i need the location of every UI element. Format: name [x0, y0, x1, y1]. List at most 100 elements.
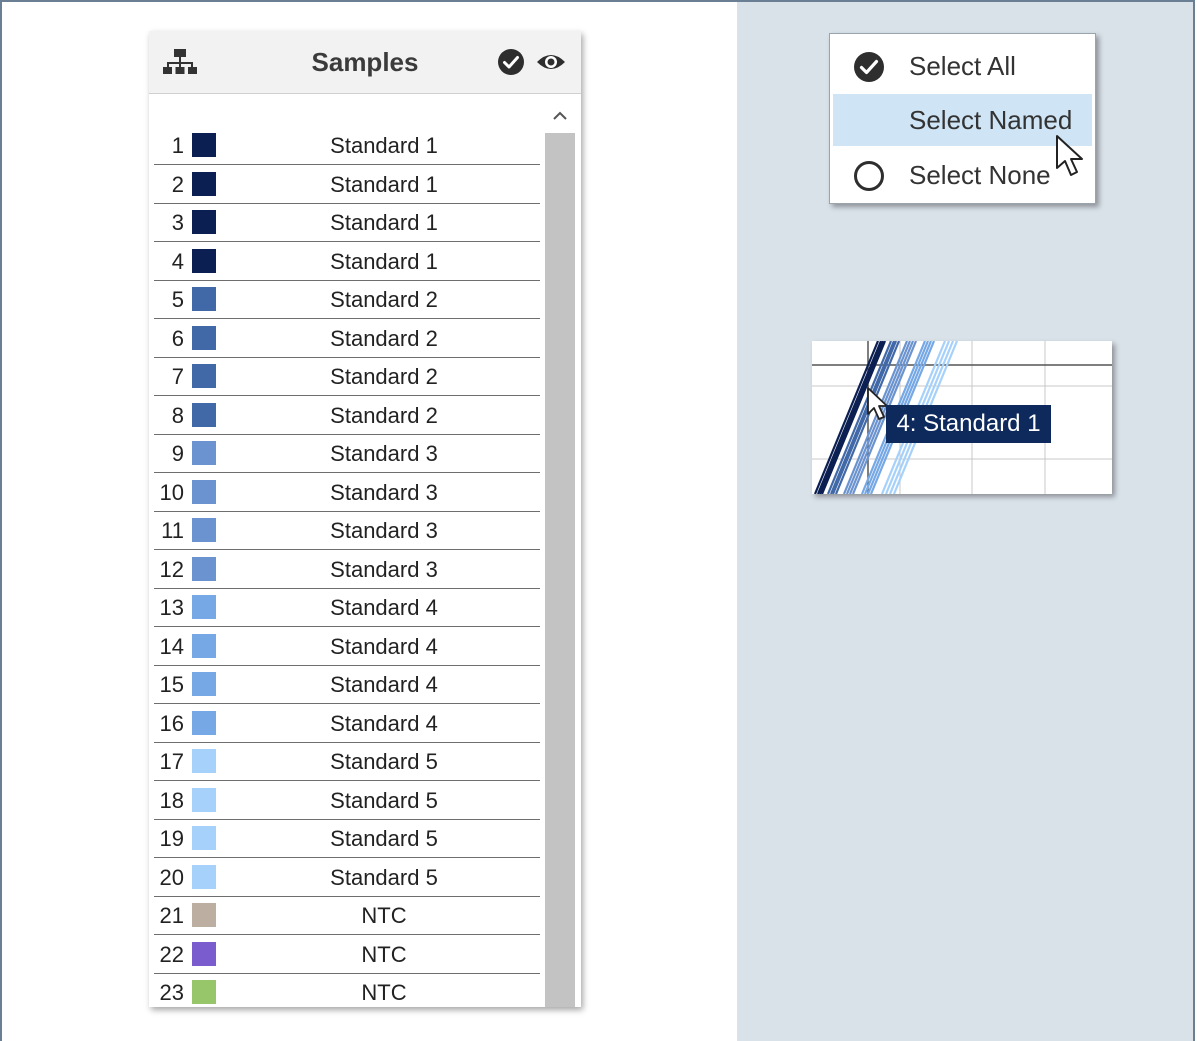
sample-row[interactable]: 3 Standard 1: [154, 204, 540, 242]
sample-color-swatch[interactable]: [192, 633, 216, 658]
sample-name: Standard 4: [330, 595, 438, 620]
sample-number: 6: [171, 325, 184, 351]
sample-name: Standard 4: [330, 672, 438, 697]
sample-number: 10: [159, 479, 184, 505]
samples-panel: Samples 1 Standard 1 2 Standard 1 3 Standard …: [149, 31, 581, 1007]
sample-number: 7: [171, 364, 184, 389]
eye-icon[interactable]: [535, 50, 567, 74]
sample-color-swatch[interactable]: [192, 903, 216, 927]
sample-color-swatch[interactable]: [192, 826, 216, 850]
sample-name: Standard 1: [330, 171, 438, 197]
sample-color-swatch[interactable]: [192, 710, 216, 735]
sample-number: 2: [171, 171, 184, 197]
sample-number: 21: [159, 903, 184, 928]
sample-color-swatch[interactable]: [192, 479, 216, 504]
sample-color-swatch[interactable]: [192, 980, 216, 1004]
sample-name: Standard 3: [330, 518, 438, 543]
sample-row[interactable]: 17 Standard 5: [154, 743, 540, 781]
sample-color-swatch[interactable]: [192, 749, 216, 773]
sample-row[interactable]: 23 NTC: [154, 974, 540, 1007]
sample-name: NTC: [361, 980, 407, 1005]
menu-item-select-all[interactable]: Select All: [833, 40, 1092, 92]
sample-color-swatch[interactable]: [192, 248, 216, 273]
sample-row[interactable]: 12 Standard 3: [154, 551, 540, 589]
sample-number: 4: [171, 248, 184, 274]
sample-name: Standard 5: [330, 826, 438, 851]
sample-number: 14: [159, 633, 184, 659]
sample-color-swatch[interactable]: [192, 441, 216, 465]
sample-row[interactable]: 11 Standard 3: [154, 512, 540, 550]
sample-row[interactable]: 2 Standard 1: [154, 166, 540, 204]
vertical-scrollbar[interactable]: [544, 95, 576, 1007]
sample-number: 19: [159, 826, 184, 851]
sample-name: Standard 1: [330, 133, 438, 158]
sample-name: NTC: [361, 941, 407, 967]
sample-name: Standard 5: [330, 749, 438, 774]
sample-color-swatch[interactable]: [192, 556, 216, 581]
sample-name: Standard 1: [330, 248, 438, 274]
sample-color-swatch[interactable]: [192, 171, 216, 196]
sample-row[interactable]: 7 Standard 2: [154, 358, 540, 396]
sample-number: 5: [171, 287, 184, 312]
sample-number: 15: [159, 672, 184, 697]
sample-color-swatch[interactable]: [192, 402, 216, 427]
sample-row[interactable]: 8 Standard 2: [154, 397, 540, 435]
sample-number: 9: [171, 441, 184, 466]
selection-context-menu: Select All Select Named Select None: [829, 33, 1096, 204]
sample-number: 1: [171, 133, 184, 158]
check-circle-icon[interactable]: [497, 48, 525, 76]
sample-row[interactable]: 10 Standard 3: [154, 474, 540, 512]
sample-color-swatch[interactable]: [192, 941, 216, 966]
chart-tooltip: 4: Standard 1: [886, 405, 1051, 443]
sample-number: 8: [171, 402, 184, 428]
sample-row[interactable]: 21 NTC: [154, 897, 540, 935]
sample-color-swatch[interactable]: [192, 595, 216, 619]
sample-color-swatch[interactable]: [192, 518, 216, 542]
sample-row[interactable]: 1 Standard 1: [154, 127, 540, 165]
sample-color-swatch[interactable]: [192, 133, 216, 157]
sample-row[interactable]: 15 Standard 4: [154, 666, 540, 704]
sample-row[interactable]: 18 Standard 5: [154, 782, 540, 820]
sample-color-swatch[interactable]: [192, 672, 216, 696]
sample-row[interactable]: 22 NTC: [154, 936, 540, 974]
sample-number: 22: [159, 941, 184, 967]
sample-row[interactable]: 20 Standard 5: [154, 859, 540, 897]
sample-color-swatch[interactable]: [192, 864, 216, 889]
sample-color-swatch[interactable]: [192, 325, 216, 350]
sample-number: 13: [159, 595, 184, 620]
sample-name: Standard 2: [330, 287, 438, 312]
sample-row[interactable]: 9 Standard 3: [154, 435, 540, 473]
sample-number: 23: [159, 980, 184, 1005]
sample-row[interactable]: 16 Standard 4: [154, 705, 540, 743]
sample-number: 17: [159, 749, 184, 774]
sample-row[interactable]: 5 Standard 2: [154, 281, 540, 319]
sample-name: Standard 3: [330, 556, 438, 582]
sample-row[interactable]: 19 Standard 5: [154, 820, 540, 858]
sample-name: Standard 2: [330, 325, 438, 351]
sample-color-swatch[interactable]: [192, 287, 216, 311]
sample-number: 11: [161, 518, 184, 543]
sample-number: 18: [159, 787, 184, 813]
sample-row[interactable]: 4 Standard 1: [154, 243, 540, 281]
sample-color-swatch[interactable]: [192, 787, 216, 812]
sample-name: Standard 2: [330, 364, 438, 389]
filled-check-circle-icon: [854, 52, 884, 82]
sample-name: NTC: [361, 903, 407, 928]
menu-item-label: Select Named: [909, 105, 1073, 135]
sample-row[interactable]: 14 Standard 4: [154, 628, 540, 666]
chevron-up-icon[interactable]: [544, 95, 576, 133]
sample-name: Standard 5: [330, 864, 438, 890]
sample-name: Standard 3: [330, 479, 438, 505]
scrollbar-thumb[interactable]: [545, 133, 575, 1007]
sample-number: 16: [159, 710, 184, 736]
sample-row[interactable]: 6 Standard 2: [154, 320, 540, 358]
sample-name: Standard 2: [330, 402, 438, 428]
sample-color-swatch[interactable]: [192, 364, 216, 388]
sample-name: Standard 4: [330, 633, 438, 659]
sample-number: 12: [159, 556, 184, 582]
sample-color-swatch[interactable]: [192, 210, 216, 234]
mouse-pointer-icon: [1056, 135, 1083, 176]
sample-row[interactable]: 13 Standard 4: [154, 589, 540, 627]
sample-name: Standard 4: [330, 710, 438, 736]
menu-item-label: Select None: [909, 160, 1051, 190]
